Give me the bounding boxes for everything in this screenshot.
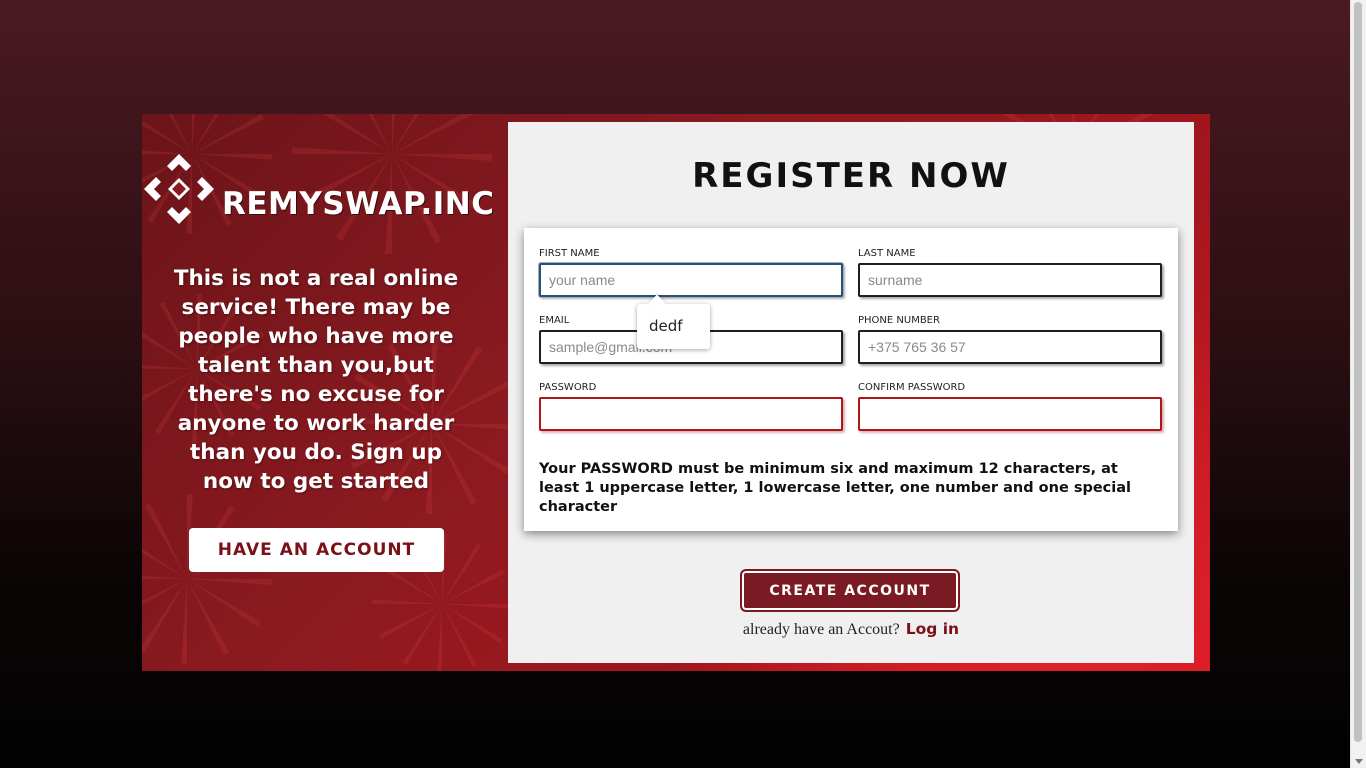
register-title: REGISTER NOW <box>692 156 1010 196</box>
login-prompt-text: already have an Accout? <box>742 621 900 638</box>
scrollbar-thumb[interactable] <box>1354 2 1362 742</box>
last-name-label: LAST NAME <box>858 248 916 259</box>
have-account-button[interactable]: HAVE AN ACCOUNT <box>189 528 444 572</box>
binance-diamond-logo-icon <box>144 154 214 224</box>
phone-label: PHONE NUMBER <box>858 315 940 326</box>
last-name-group: LAST NAME <box>858 248 1162 297</box>
first-name-group: FIRST NAME <box>539 248 843 297</box>
phone-input[interactable] <box>858 330 1162 364</box>
register-panel: REGISTER NOW FIRST NAME LAST NAME EMAIL … <box>508 122 1194 663</box>
confirm-password-input[interactable] <box>858 397 1162 431</box>
scroll-down-arrow-icon[interactable] <box>1355 759 1363 764</box>
password-input[interactable] <box>539 397 843 431</box>
confirm-password-group: CONFIRM PASSWORD <box>858 382 1162 431</box>
first-name-label: FIRST NAME <box>539 248 600 259</box>
password-group: PASSWORD <box>539 382 843 431</box>
last-name-input[interactable] <box>858 263 1162 297</box>
phone-group: PHONE NUMBER <box>858 315 1162 364</box>
first-name-input[interactable] <box>539 263 843 297</box>
page-scrollbar[interactable] <box>1350 0 1366 768</box>
login-prompt-row: already have an Accout? Log in <box>508 620 1194 639</box>
brand-header: REMYSWAP.INC <box>142 152 508 228</box>
login-link[interactable]: Log in <box>906 620 959 638</box>
password-label: PASSWORD <box>539 382 597 393</box>
autocomplete-suggestion[interactable]: dedf <box>637 304 710 349</box>
brand-name: REMYSWAP.INC <box>222 186 495 222</box>
left-panel: REMYSWAP.INC This is not a real online s… <box>142 114 508 671</box>
password-hint: Your PASSWORD must be minimum six and ma… <box>539 461 1131 515</box>
create-account-button[interactable]: CREATE ACCOUNT <box>740 569 960 612</box>
tagline: This is not a real online service! There… <box>173 266 459 494</box>
confirm-password-label: CONFIRM PASSWORD <box>858 382 966 393</box>
register-form: FIRST NAME LAST NAME EMAIL PHONE NUMBER … <box>524 228 1178 531</box>
register-card: REMYSWAP.INC This is not a real online s… <box>142 114 1210 671</box>
